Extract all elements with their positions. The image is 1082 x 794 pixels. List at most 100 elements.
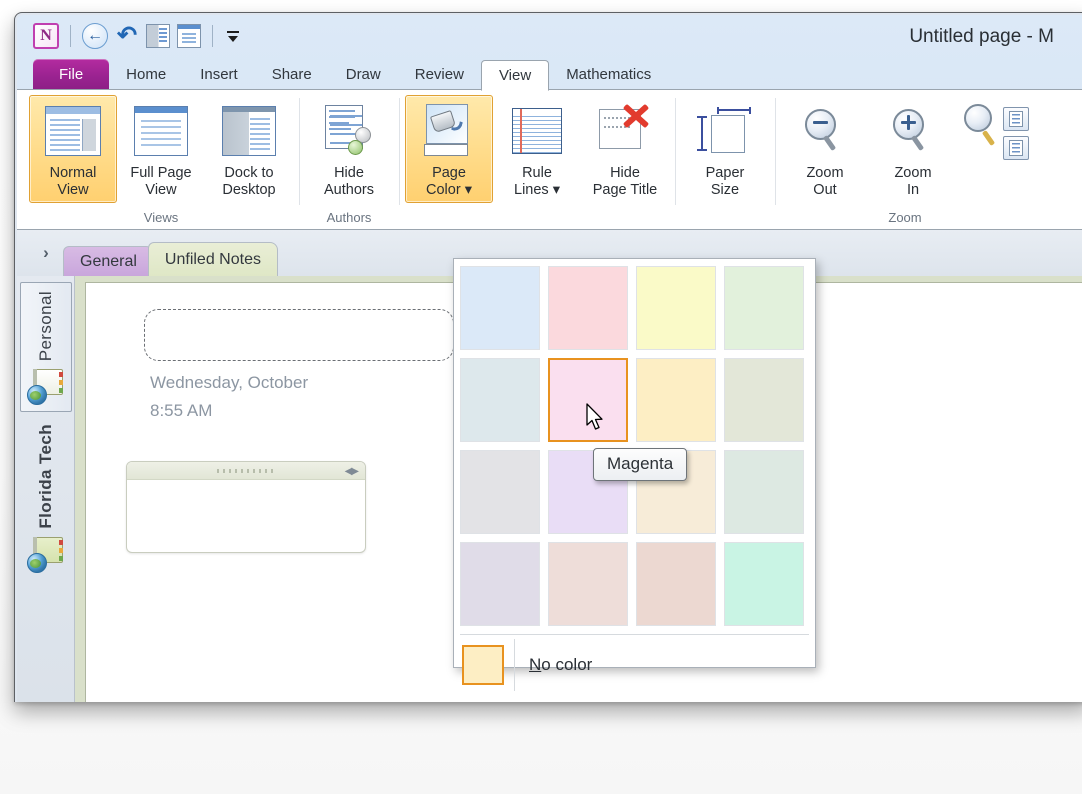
tab-mathematics[interactable]: Mathematics bbox=[549, 59, 668, 90]
note-container-handle[interactable]: ◀▶ bbox=[127, 462, 365, 480]
customize-quick-access-icon[interactable] bbox=[224, 25, 242, 47]
qat-divider-2 bbox=[212, 25, 213, 47]
palette-row-2 bbox=[460, 358, 809, 442]
zoom-out-button[interactable]: Zoom Out bbox=[781, 95, 869, 203]
tab-draw[interactable]: Draw bbox=[329, 59, 398, 90]
window-title: Untitled page - M bbox=[909, 26, 1054, 47]
palette-row-1 bbox=[460, 266, 809, 350]
tab-view[interactable]: View bbox=[480, 60, 550, 91]
undo-icon[interactable] bbox=[115, 23, 139, 49]
ribbon-group-authors: Hide Authors Authors bbox=[299, 90, 399, 229]
color-tooltip: Magenta bbox=[593, 448, 688, 481]
no-color-rest: o color bbox=[541, 655, 593, 674]
group-label-authors: Authors bbox=[326, 210, 372, 225]
zoom-search-icon bbox=[962, 100, 998, 162]
expand-navigation-icon[interactable]: › bbox=[35, 242, 57, 264]
page-title-input[interactable] bbox=[144, 309, 454, 361]
ribbon-group-zoom-buttons: Zoom Out Zoom In bbox=[781, 90, 1029, 207]
tab-review[interactable]: Review bbox=[398, 59, 481, 90]
notebook-icon bbox=[26, 536, 65, 573]
hide-page-title-icon bbox=[597, 100, 653, 162]
tab-insert[interactable]: Insert bbox=[183, 59, 255, 90]
full-page-view-icon bbox=[134, 100, 188, 162]
zoom-out-label-2: Out bbox=[813, 182, 837, 198]
swatch-cyan[interactable] bbox=[460, 358, 540, 442]
quick-access-toolbar bbox=[33, 23, 242, 49]
zoom-out-label-1: Zoom bbox=[806, 165, 844, 181]
dock-to-desktop-label-1: Dock to bbox=[224, 165, 274, 181]
ribbon-group-views: Normal View Full Page View Dock to Desktop … bbox=[23, 90, 299, 229]
page-time[interactable]: 8:55 AM bbox=[150, 401, 212, 421]
note-container[interactable]: ◀▶ bbox=[126, 461, 366, 553]
no-color-accesskey: N bbox=[529, 655, 542, 674]
swatch-pink[interactable] bbox=[548, 266, 628, 350]
page-width-button[interactable] bbox=[1003, 107, 1029, 131]
hide-page-title-label-1: Hide bbox=[610, 165, 640, 181]
swatch-tan[interactable] bbox=[636, 358, 716, 442]
hide-authors-label-2: Authors bbox=[324, 182, 374, 198]
page-color-label-2: Color ▾ bbox=[426, 182, 472, 198]
tab-share[interactable]: Share bbox=[255, 59, 329, 90]
zoom-side-buttons bbox=[1003, 95, 1029, 165]
swatch-gray[interactable] bbox=[460, 450, 540, 534]
hide-page-title-button[interactable]: Hide Page Title bbox=[581, 95, 669, 203]
ribbon-group-page-setup: Page Color ▾ Rule Lines ▾ Hide Page Title bbox=[399, 90, 675, 229]
no-color-item[interactable]: No color bbox=[460, 635, 809, 695]
rule-lines-icon bbox=[512, 100, 562, 162]
zoom-out-icon bbox=[803, 100, 847, 162]
tab-file[interactable]: File bbox=[33, 59, 110, 90]
hide-page-title-label-2: Page Title bbox=[592, 182, 658, 198]
full-page-view-icon[interactable] bbox=[177, 24, 201, 48]
page-date[interactable]: Wednesday, October bbox=[150, 373, 308, 393]
one-hundred-percent-button[interactable] bbox=[1003, 136, 1029, 160]
tab-home[interactable]: Home bbox=[109, 59, 183, 90]
notebook-florida-tech[interactable]: Florida Tech bbox=[20, 416, 72, 579]
swatch-teal[interactable] bbox=[724, 450, 804, 534]
dock-to-desktop-button[interactable]: Dock to Desktop bbox=[205, 95, 293, 203]
mouse-cursor-icon bbox=[586, 403, 606, 433]
note-resize-arrows-icon[interactable]: ◀▶ bbox=[345, 466, 359, 477]
swatch-mint[interactable] bbox=[724, 542, 804, 626]
notebook-icon bbox=[26, 369, 65, 406]
zoom-in-label-2: In bbox=[906, 182, 920, 198]
hide-authors-label-1: Hide bbox=[334, 165, 364, 181]
page-color-icon bbox=[422, 100, 476, 162]
page-color-label-1: Page bbox=[432, 165, 466, 181]
swatch-green[interactable] bbox=[724, 266, 804, 350]
notebook-florida-tech-label: Florida Tech bbox=[35, 424, 55, 529]
zoom-percent-button[interactable] bbox=[957, 95, 1003, 166]
back-icon[interactable] bbox=[82, 23, 108, 49]
swatch-yellow[interactable] bbox=[636, 266, 716, 350]
section-tab-unfiled-notes[interactable]: Unfiled Notes bbox=[147, 242, 278, 276]
ribbon-group-paper: Paper Size bbox=[675, 90, 775, 229]
rule-lines-button[interactable]: Rule Lines ▾ bbox=[493, 95, 581, 203]
swatch-salmon[interactable] bbox=[636, 542, 716, 626]
no-color-swatch-icon bbox=[462, 645, 504, 685]
swatch-rose[interactable] bbox=[548, 542, 628, 626]
rule-lines-label-2: Lines ▾ bbox=[514, 182, 560, 198]
palette-row-4 bbox=[460, 542, 809, 626]
group-label-page-setup bbox=[405, 207, 669, 229]
section-tab-general[interactable]: General bbox=[63, 246, 154, 276]
title-bar: Untitled page - M bbox=[17, 15, 1082, 59]
normal-view-icon bbox=[45, 100, 101, 162]
dock-to-desktop-icon[interactable] bbox=[146, 24, 170, 48]
paper-size-button[interactable]: Paper Size bbox=[681, 95, 769, 203]
onenote-logo-icon[interactable] bbox=[33, 23, 59, 49]
screenshot-root: Untitled page - M File Home Insert Share… bbox=[0, 0, 1082, 794]
page-color-button[interactable]: Page Color ▾ bbox=[405, 95, 493, 203]
paper-size-icon bbox=[697, 100, 753, 162]
zoom-in-button[interactable]: Zoom In bbox=[869, 95, 957, 203]
notebook-personal[interactable]: Personal bbox=[19, 282, 72, 413]
full-page-view-button[interactable]: Full Page View bbox=[117, 95, 205, 203]
paper-size-label-2: Size bbox=[710, 182, 740, 198]
paper-size-label-1: Paper bbox=[705, 165, 745, 181]
ribbon-group-zoom: Zoom Out Zoom In Zoom bbox=[775, 90, 1035, 229]
normal-view-button[interactable]: Normal View bbox=[29, 95, 117, 203]
full-page-view-label-1: Full Page bbox=[130, 165, 192, 181]
ribbon: Normal View Full Page View Dock to Desktop … bbox=[17, 90, 1082, 230]
swatch-lavender[interactable] bbox=[460, 542, 540, 626]
swatch-blue[interactable] bbox=[460, 266, 540, 350]
hide-authors-button[interactable]: Hide Authors bbox=[305, 95, 393, 203]
swatch-olive[interactable] bbox=[724, 358, 804, 442]
